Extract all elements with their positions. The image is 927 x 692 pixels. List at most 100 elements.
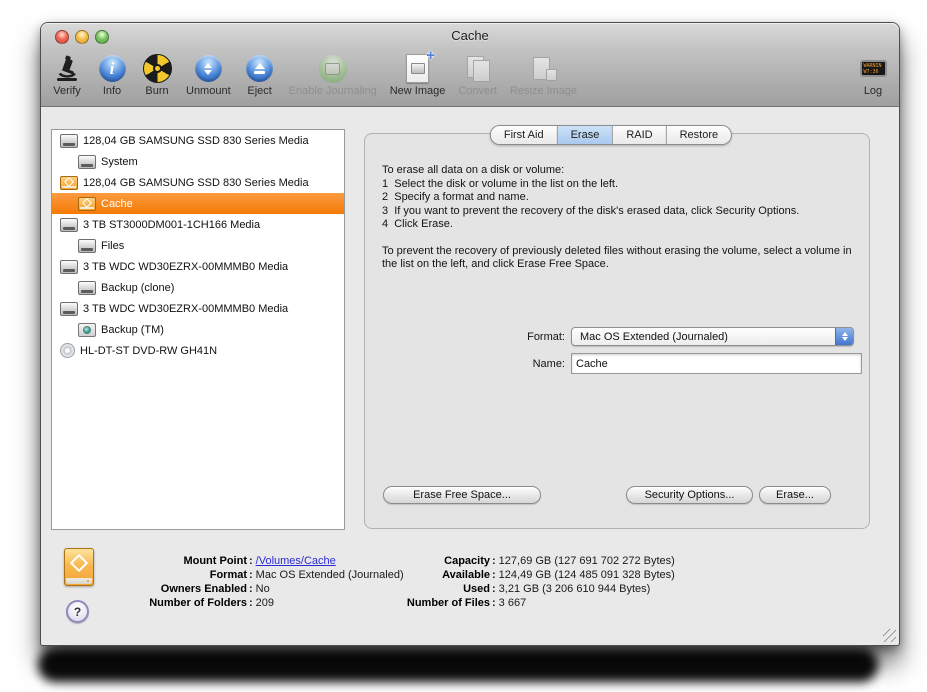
optical-disc-icon <box>60 343 75 358</box>
help-button[interactable] <box>66 600 89 623</box>
window-title: Cache <box>451 28 489 43</box>
stat-capacity: Capacity: 127,69 GB (127 691 702 272 Byt… <box>444 555 675 567</box>
tab-erase[interactable]: Erase <box>557 126 614 144</box>
tab-raid[interactable]: RAID <box>613 126 667 144</box>
toolbar-label: Eject <box>247 85 272 97</box>
external-disk-icon <box>60 175 78 190</box>
toolbar-label: New Image <box>389 85 446 97</box>
toolbar-label: Info <box>102 85 122 97</box>
volume-icon <box>78 280 96 295</box>
disk-utility-screenshot: Cache Verify Info <box>0 0 927 692</box>
content-area: 128,04 GB SAMSUNG SSD 830 Series Media S… <box>41 107 899 645</box>
disk-utility-window: Cache Verify Info <box>40 22 900 646</box>
selected-volume-icon <box>64 548 94 586</box>
internal-disk-icon <box>60 217 78 232</box>
list-item-label: Backup (clone) <box>101 281 175 294</box>
new-image-button[interactable]: New Image <box>389 53 446 97</box>
stat-number-of-files: Number of Files: 3 667 <box>406 597 527 609</box>
list-item-disk[interactable]: 128,04 GB SAMSUNG SSD 830 Series Media <box>52 130 344 151</box>
instruction-intro: To erase all data on a disk or volume: <box>382 164 565 176</box>
list-item-disk[interactable]: 3 TB WDC WD30EZRX-00MMMB0 Media <box>52 256 344 277</box>
verify-button[interactable]: Verify <box>51 53 83 97</box>
list-item-optical-drive[interactable]: HL-DT-ST DVD-RW GH41N <box>52 340 344 361</box>
instruction-step: 1 Select the disk or volume in the list … <box>382 177 619 190</box>
toolbar-label: Convert <box>458 85 497 97</box>
mount-point-link[interactable]: /Volumes/Cache <box>256 554 336 568</box>
log-button[interactable]: WARNIN W7:36 Log <box>857 53 889 97</box>
name-input[interactable] <box>571 353 862 374</box>
instruction-note: To prevent the recovery of previously de… <box>382 244 852 271</box>
instruction-step: 4 Click Erase. <box>382 218 453 230</box>
list-item-volume[interactable]: System <box>52 151 344 172</box>
toolbar-label: Enable Journaling <box>288 85 377 97</box>
list-item-label: Cache <box>101 197 133 210</box>
eject-button[interactable]: Eject <box>244 53 276 97</box>
tab-restore[interactable]: Restore <box>666 126 732 144</box>
resize-grip[interactable] <box>883 629 896 642</box>
eject-icon <box>246 53 274 84</box>
toolbar-label: Verify <box>53 85 81 97</box>
security-options-button[interactable]: Security Options... <box>626 486 753 504</box>
list-item-volume[interactable]: Backup (TM) <box>52 319 344 340</box>
list-item-disk[interactable]: 3 TB ST3000DM001-1CH166 Media <box>52 214 344 235</box>
erase-button[interactable]: Erase... <box>759 486 831 504</box>
toolbar: Verify Info Burn Unmount Eject <box>41 49 899 107</box>
internal-disk-icon <box>60 301 78 316</box>
tab-bar: First Aid Erase RAID Restore <box>489 125 733 145</box>
erase-panel: To erase all data on a disk or volume: 1… <box>364 133 870 529</box>
resize-image-icon <box>530 53 558 84</box>
stat-available: Available: 124,49 GB (124 485 091 328 By… <box>442 569 675 581</box>
toolbar-label: Unmount <box>186 85 231 97</box>
external-drive-emblem <box>69 553 89 572</box>
list-item-disk[interactable]: 128,04 GB SAMSUNG SSD 830 Series Media <box>52 172 344 193</box>
drive-base <box>66 578 92 584</box>
format-selected-value: Mac OS Extended (Journaled) <box>580 330 728 343</box>
burn-icon <box>142 53 172 84</box>
list-item-label: Files <box>101 239 125 252</box>
list-item-label: 128,04 GB SAMSUNG SSD 830 Series Media <box>83 134 309 147</box>
list-item-label: 3 TB WDC WD30EZRX-00MMMB0 Media <box>83 260 289 273</box>
new-image-icon <box>406 53 430 84</box>
toolbar-label: Burn <box>145 85 169 97</box>
tab-first-aid[interactable]: First Aid <box>490 126 558 144</box>
instruction-step: 3 If you want to prevent the recovery of… <box>382 204 800 217</box>
convert-icon <box>464 53 492 84</box>
format-label: Format: <box>527 330 565 343</box>
enable-journaling-button: Enable Journaling <box>289 53 377 97</box>
format-select[interactable]: Mac OS Extended (Journaled) <box>571 327 854 346</box>
volume-icon <box>78 154 96 169</box>
list-item-volume[interactable]: Backup (clone) <box>52 277 344 298</box>
device-list: 128,04 GB SAMSUNG SSD 830 Series Media S… <box>51 129 345 530</box>
list-item-label: Backup (TM) <box>101 323 164 336</box>
unmount-button[interactable]: Unmount <box>186 53 231 97</box>
journaling-disk-icon <box>318 53 347 84</box>
toolbar-label: Resize Image <box>509 85 578 97</box>
erase-instructions: To erase all data on a disk or volume: 1… <box>382 164 860 272</box>
name-label: Name: <box>532 357 565 370</box>
list-item-volume-selected[interactable]: Cache <box>52 193 344 214</box>
titlebar[interactable]: Cache <box>41 23 899 49</box>
time-machine-disk-icon <box>78 322 96 337</box>
stepper-arrows-icon <box>835 328 853 345</box>
stat-used: Used: 3,21 GB (3 206 610 944 Bytes) <box>463 583 651 595</box>
info-button[interactable]: Info <box>96 53 128 97</box>
convert-button: Convert <box>458 53 497 97</box>
list-item-label: 3 TB WDC WD30EZRX-00MMMB0 Media <box>83 302 289 315</box>
list-item-label: 3 TB ST3000DM001-1CH166 Media <box>83 218 261 231</box>
window-shadow <box>38 648 878 682</box>
unmount-icon <box>194 53 222 84</box>
resize-image-button: Resize Image <box>510 53 577 97</box>
list-item-disk[interactable]: 3 TB WDC WD30EZRX-00MMMB0 Media <box>52 298 344 319</box>
volume-icon <box>78 238 96 253</box>
list-item-volume[interactable]: Files <box>52 235 344 256</box>
volume-info-right: Capacity: 127,69 GB (127 691 702 272 Byt… <box>341 554 675 610</box>
toolbar-label: Log <box>863 85 883 97</box>
internal-disk-icon <box>60 133 78 148</box>
burn-button[interactable]: Burn <box>141 53 173 97</box>
info-icon <box>98 53 126 84</box>
erase-free-space-button[interactable]: Erase Free Space... <box>383 486 541 504</box>
list-item-label: HL-DT-ST DVD-RW GH41N <box>80 344 218 357</box>
list-item-label: 128,04 GB SAMSUNG SSD 830 Series Media <box>83 176 309 189</box>
log-console-icon: WARNIN W7:36 <box>859 53 887 84</box>
list-item-label: System <box>101 155 138 168</box>
